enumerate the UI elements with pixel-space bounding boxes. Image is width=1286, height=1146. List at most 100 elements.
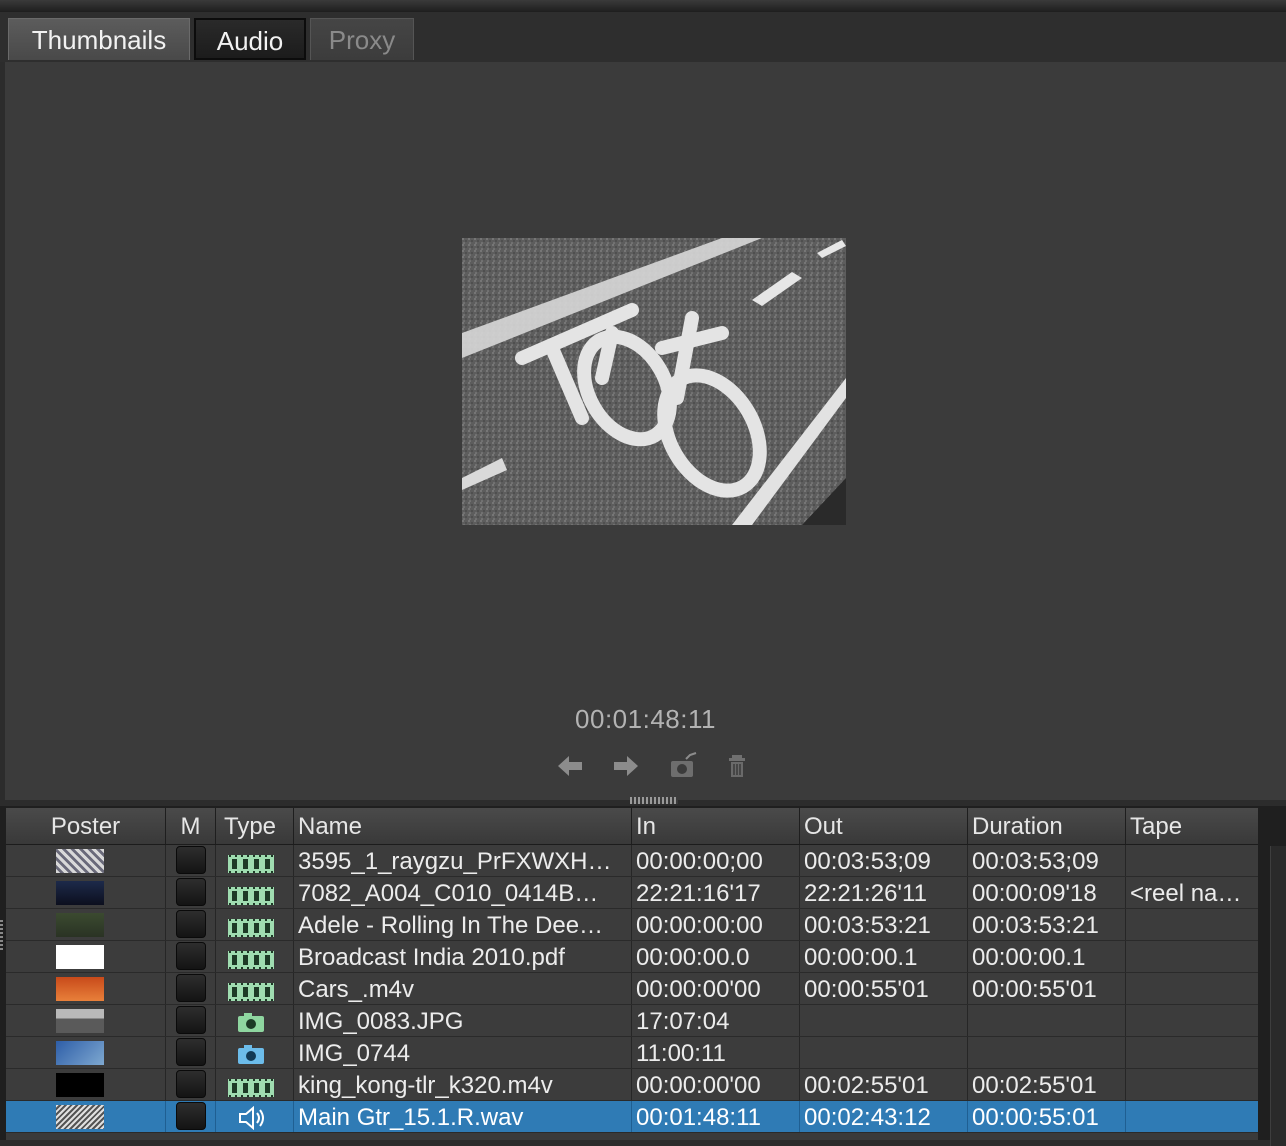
in-cell: 00:00:00'00 bbox=[632, 973, 800, 1004]
clip-list: Poster M Type Name In Out Duration Tape … bbox=[0, 806, 1286, 1146]
mark-cell bbox=[166, 909, 216, 940]
column-header-in[interactable]: In bbox=[632, 808, 800, 844]
preview-timecode: 00:01:48:11 bbox=[575, 704, 716, 734]
name-cell: 3595_1_raygzu_PrFXWXH… bbox=[294, 845, 632, 876]
poster-cell bbox=[6, 973, 166, 1004]
tab-audio[interactable]: Audio bbox=[194, 18, 306, 60]
thumb-orange bbox=[56, 977, 104, 1001]
thumb-black bbox=[56, 1073, 104, 1097]
table-row[interactable]: 3595_1_raygzu_PrFXWXH… 00:00:00;00 00:03:5… bbox=[6, 845, 1258, 877]
type-cell bbox=[216, 1037, 294, 1068]
in-cell: 17:07:04 bbox=[632, 1005, 800, 1036]
camera-green-icon bbox=[228, 1010, 274, 1036]
poster-cell bbox=[6, 877, 166, 908]
mark-cell bbox=[166, 1005, 216, 1036]
column-header-out[interactable]: Out bbox=[800, 808, 968, 844]
mark-checkbox[interactable] bbox=[176, 1102, 206, 1130]
tape-cell bbox=[1126, 1005, 1258, 1036]
trash-icon[interactable] bbox=[723, 752, 753, 780]
table-row[interactable]: Main Gtr_15.1.R.wav 00:01:48:11 00:02:43:1… bbox=[6, 1101, 1258, 1133]
preview-panel: 00:01:48:11 bbox=[5, 62, 1286, 800]
film-strip-icon bbox=[228, 1074, 274, 1100]
column-header-duration[interactable]: Duration bbox=[968, 808, 1126, 844]
mark-cell bbox=[166, 845, 216, 876]
duration-cell: 00:00:00.1 bbox=[968, 941, 1126, 972]
mark-cell bbox=[166, 973, 216, 1004]
name-cell: Main Gtr_15.1.R.wav bbox=[294, 1101, 632, 1132]
duration-cell bbox=[968, 1005, 1126, 1036]
panel-splitter-handle[interactable] bbox=[630, 797, 678, 804]
mark-checkbox[interactable] bbox=[176, 910, 206, 938]
previous-arrow-icon[interactable] bbox=[555, 752, 585, 780]
out-cell bbox=[800, 1037, 968, 1068]
out-cell: 00:00:00.1 bbox=[800, 941, 968, 972]
table-row[interactable]: Cars_.m4v 00:00:00'00 00:00:55'01 00:00:55'… bbox=[6, 973, 1258, 1005]
table-row[interactable]: king_kong-tlr_k320.m4v 00:00:00'00 00:02:5… bbox=[6, 1069, 1258, 1101]
thumb-document bbox=[56, 945, 104, 969]
table-row[interactable]: IMG_0083.JPG 17:07:04 bbox=[6, 1005, 1258, 1037]
column-header-type[interactable]: Type bbox=[216, 808, 294, 844]
table-header: Poster M Type Name In Out Duration Tape bbox=[6, 808, 1258, 845]
film-strip-icon bbox=[228, 850, 274, 876]
mark-checkbox[interactable] bbox=[176, 846, 206, 874]
tab-bar: Thumbnails Audio Proxy bbox=[0, 12, 1286, 62]
type-cell bbox=[216, 909, 294, 940]
in-cell: 00:00:00;00 bbox=[632, 845, 800, 876]
poster-cell bbox=[6, 909, 166, 940]
mark-checkbox[interactable] bbox=[176, 974, 206, 1002]
duration-cell: 00:00:55'01 bbox=[968, 973, 1126, 1004]
next-arrow-icon[interactable] bbox=[611, 752, 641, 780]
in-cell: 11:00:11 bbox=[632, 1037, 800, 1068]
set-poster-camera-icon[interactable] bbox=[668, 752, 698, 780]
poster-cell bbox=[6, 1101, 166, 1132]
out-cell: 00:02:55'01 bbox=[800, 1069, 968, 1100]
table-row[interactable]: Adele - Rolling In The Dee… 00:00:00:00 00… bbox=[6, 909, 1258, 941]
name-cell: 7082_A004_C010_0414B… bbox=[294, 877, 632, 908]
speaker-icon bbox=[228, 1105, 274, 1132]
tape-cell bbox=[1126, 973, 1258, 1004]
duration-cell: 00:00:55:01 bbox=[968, 1101, 1126, 1132]
duration-cell bbox=[968, 1037, 1126, 1068]
film-strip-icon bbox=[228, 914, 274, 940]
type-cell bbox=[216, 877, 294, 908]
mark-checkbox[interactable] bbox=[176, 878, 206, 906]
tab-proxy[interactable]: Proxy bbox=[310, 18, 414, 60]
out-cell: 00:00:55'01 bbox=[800, 973, 968, 1004]
film-strip-icon bbox=[228, 978, 274, 1004]
name-cell: Adele - Rolling In The Dee… bbox=[294, 909, 632, 940]
column-header-poster[interactable]: Poster bbox=[6, 808, 166, 844]
tab-thumbnails[interactable]: Thumbnails bbox=[8, 18, 190, 60]
mark-cell bbox=[166, 1101, 216, 1132]
clip-table: Poster M Type Name In Out Duration Tape … bbox=[6, 808, 1258, 1140]
tape-cell bbox=[1126, 1069, 1258, 1100]
camera-blue-icon bbox=[228, 1042, 274, 1068]
column-header-m[interactable]: M bbox=[166, 808, 216, 844]
table-row[interactable]: IMG_0744 11:00:11 bbox=[6, 1037, 1258, 1069]
table-row[interactable]: Broadcast India 2010.pdf 00:00:00.0 00:00:… bbox=[6, 941, 1258, 973]
type-cell bbox=[216, 1101, 294, 1132]
mark-checkbox[interactable] bbox=[176, 1070, 206, 1098]
vertical-scrollbar[interactable] bbox=[1270, 846, 1286, 1146]
in-cell: 00:00:00:00 bbox=[632, 909, 800, 940]
thumb-night bbox=[56, 881, 104, 905]
mark-checkbox[interactable] bbox=[176, 1006, 206, 1034]
mark-checkbox[interactable] bbox=[176, 1038, 206, 1066]
mark-checkbox[interactable] bbox=[176, 942, 206, 970]
column-header-name[interactable]: Name bbox=[294, 808, 632, 844]
type-cell bbox=[216, 941, 294, 972]
thumb-landscape bbox=[56, 1009, 104, 1033]
poster-cell bbox=[6, 1037, 166, 1068]
film-strip-icon bbox=[228, 882, 274, 908]
name-cell: king_kong-tlr_k320.m4v bbox=[294, 1069, 632, 1100]
in-cell: 00:00:00'00 bbox=[632, 1069, 800, 1100]
table-row[interactable]: 7082_A004_C010_0414B… 22:21:16'17 22:21:26… bbox=[6, 877, 1258, 909]
poster-frame-image bbox=[462, 238, 846, 525]
type-cell bbox=[216, 1005, 294, 1036]
column-header-tape[interactable]: Tape bbox=[1126, 808, 1258, 844]
out-cell: 00:03:53:21 bbox=[800, 909, 968, 940]
duration-cell: 00:00:09'18 bbox=[968, 877, 1126, 908]
name-cell: Cars_.m4v bbox=[294, 973, 632, 1004]
out-cell: 00:02:43:12 bbox=[800, 1101, 968, 1132]
name-cell: Broadcast India 2010.pdf bbox=[294, 941, 632, 972]
left-resize-grip[interactable] bbox=[0, 920, 3, 950]
